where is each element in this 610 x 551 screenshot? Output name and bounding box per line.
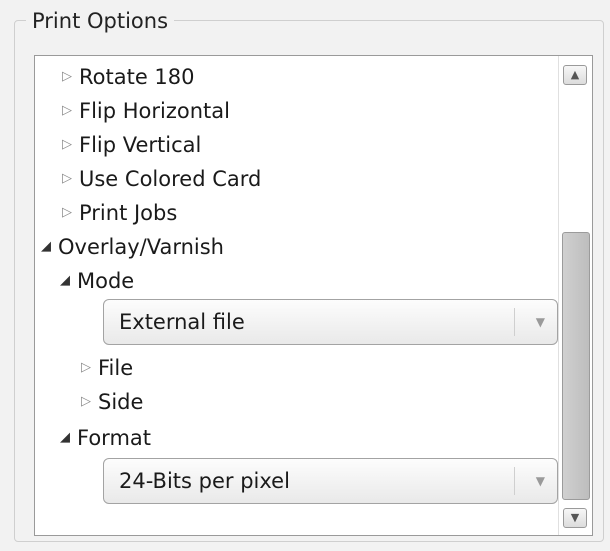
tree-item-rotate-180[interactable]: ▷ Rotate 180 (62, 59, 195, 93)
vertical-scrollbar[interactable]: ▲ ▼ (558, 56, 592, 535)
tree-item-label: Rotate 180 (79, 65, 195, 89)
tree-item-use-colored-card[interactable]: ▷ Use Colored Card (62, 161, 261, 195)
format-dropdown-value: 24-Bits per pixel (119, 469, 290, 493)
tree-item-print-jobs[interactable]: ▷ Print Jobs (62, 195, 177, 229)
tree-item-label: Flip Vertical (79, 133, 202, 157)
tree-item-label: Overlay/Varnish (58, 235, 224, 259)
tree-item-label: File (98, 356, 134, 380)
group-title: Print Options (26, 8, 175, 34)
tree-item-mode[interactable]: ◢ Mode (60, 263, 134, 297)
scrollbar-thumb[interactable] (562, 232, 590, 500)
format-dropdown[interactable]: 24-Bits per pixel ▼ (103, 458, 558, 504)
expand-arrow-icon[interactable]: ▷ (81, 351, 95, 385)
tree-item-label: Flip Horizontal (79, 99, 230, 123)
print-options-tree[interactable]: ▷ Rotate 180 ▷ Flip Horizontal ▷ Flip Verti… (34, 55, 593, 536)
dropdown-separator (514, 308, 515, 336)
collapse-arrow-icon[interactable]: ◢ (41, 230, 55, 264)
tree-item-file[interactable]: ▷ File (81, 350, 133, 384)
tree-item-flip-vertical[interactable]: ▷ Flip Vertical (62, 127, 201, 161)
collapse-arrow-icon[interactable]: ◢ (60, 421, 74, 455)
collapse-arrow-icon[interactable]: ◢ (60, 264, 74, 298)
expand-arrow-icon[interactable]: ▷ (62, 94, 76, 128)
tree-item-label: Print Jobs (79, 201, 178, 225)
scroll-up-button[interactable]: ▲ (563, 65, 587, 85)
expand-arrow-icon[interactable]: ▷ (62, 128, 76, 162)
mode-dropdown[interactable]: External file ▼ (103, 299, 558, 345)
tree-item-label: Side (98, 390, 144, 414)
chevron-down-icon: ▼ (535, 474, 545, 488)
dropdown-separator (514, 467, 515, 495)
tree-item-label: Use Colored Card (79, 167, 262, 191)
expand-arrow-icon[interactable]: ▷ (81, 385, 95, 419)
tree-item-side[interactable]: ▷ Side (81, 384, 143, 418)
expand-arrow-icon[interactable]: ▷ (62, 162, 76, 196)
arrow-up-icon: ▲ (570, 68, 580, 81)
tree-item-format[interactable]: ◢ Format (60, 420, 151, 454)
tree-item-label: Format (77, 426, 152, 450)
mode-dropdown-value: External file (119, 310, 245, 334)
scroll-down-button[interactable]: ▼ (563, 508, 587, 528)
arrow-down-icon: ▼ (570, 511, 580, 524)
expand-arrow-icon[interactable]: ▷ (62, 196, 76, 230)
chevron-down-icon: ▼ (535, 315, 545, 329)
expand-arrow-icon[interactable]: ▷ (62, 60, 76, 94)
tree-item-overlay-varnish[interactable]: ◢ Overlay/Varnish (41, 229, 224, 263)
tree-item-flip-horizontal[interactable]: ▷ Flip Horizontal (62, 93, 230, 127)
tree-item-label: Mode (77, 269, 135, 293)
